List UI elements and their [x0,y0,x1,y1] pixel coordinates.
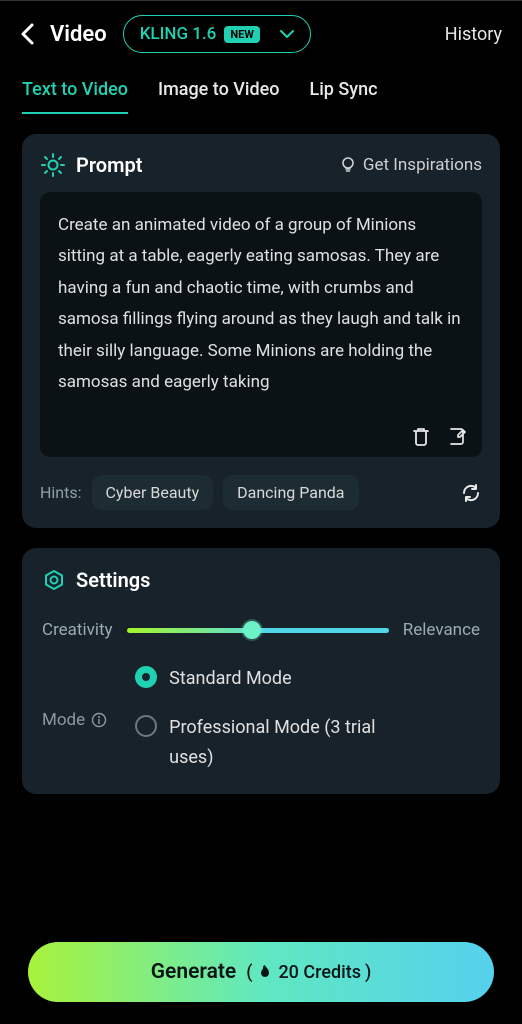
get-inspirations-button[interactable]: Get Inspirations [339,155,482,175]
sun-icon [40,152,66,178]
settings-title: Settings [76,568,150,592]
fire-icon [256,963,274,981]
creativity-slider[interactable] [127,628,389,633]
relevance-label: Relevance [403,620,480,640]
new-badge: NEW [224,26,260,43]
model-select[interactable]: KLING 1.6 NEW [123,15,311,53]
hint-chip-0[interactable]: Cyber Beauty [92,475,214,510]
generate-button[interactable]: Generate ( 20 Credits ) [28,942,494,1002]
hint-chip-1[interactable]: Dancing Panda [223,475,358,510]
model-name: KLING 1.6 [140,24,217,44]
info-icon[interactable] [91,712,107,728]
prompt-title: Prompt [76,153,142,177]
radio-checked-icon [135,666,157,688]
history-link[interactable]: History [445,24,502,45]
radio-unchecked-icon [135,715,157,737]
page-title: Video [50,22,107,47]
settings-card: Settings Creativity Relevance Mode Stand… [22,548,500,794]
prompt-textarea[interactable]: Create an animated video of a group of M… [40,192,482,457]
tab-lip-sync[interactable]: Lip Sync [309,79,377,114]
tab-text-to-video[interactable]: Text to Video [22,79,128,114]
hints-row: Hints: Cyber Beauty Dancing Panda [40,475,482,510]
refresh-hints-button[interactable] [460,482,482,504]
app-header: Video KLING 1.6 NEW History [0,1,522,67]
slider-thumb[interactable] [243,621,261,639]
chevron-down-icon [280,30,294,38]
trash-icon [410,425,432,447]
tab-image-to-video[interactable]: Image to Video [158,79,279,114]
refresh-icon [460,482,482,504]
prompt-card: Prompt Get Inspirations Create an animat… [22,134,500,528]
back-button[interactable] [20,23,34,45]
generate-cost: ( 20 Credits ) [246,962,371,983]
edit-button[interactable] [446,425,468,447]
tab-bar: Text to Video Image to Video Lip Sync [0,67,522,114]
creativity-label: Creativity [42,620,113,640]
mode-professional[interactable]: Professional Mode (3 trial uses) [135,713,480,774]
delete-button[interactable] [410,425,432,447]
hints-label: Hints: [40,483,82,502]
edit-icon [446,425,468,447]
generate-label: Generate [151,960,236,984]
hexagon-icon [42,568,66,592]
mode-standard[interactable]: Standard Mode [135,664,480,695]
mode-label: Mode [42,664,107,774]
bulb-icon [339,156,357,174]
prompt-text: Create an animated video of a group of M… [58,215,461,392]
